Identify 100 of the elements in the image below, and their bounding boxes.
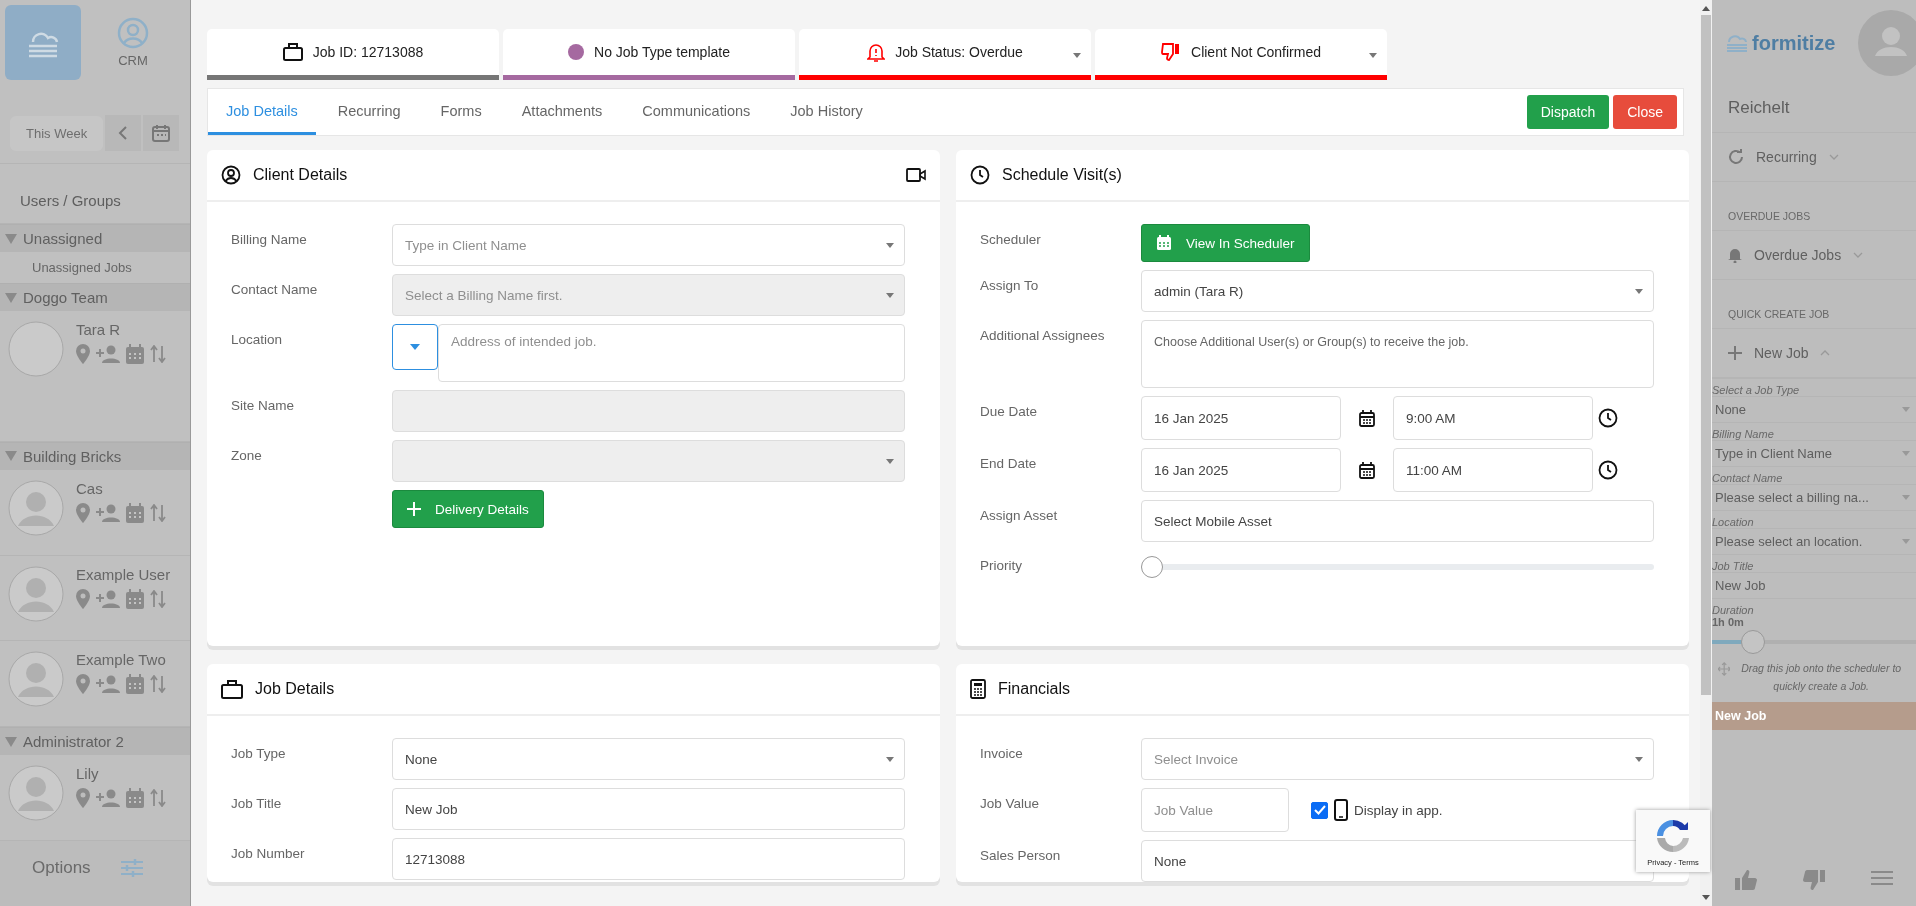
group-header[interactable]: Building Bricks xyxy=(0,441,190,470)
assignees-field[interactable]: Choose Additional User(s) or Group(s) to receive the job. xyxy=(1141,320,1654,388)
priority-slider[interactable] xyxy=(1141,556,1654,578)
address-field[interactable]: Address of intended job. xyxy=(438,324,905,382)
section-heading: QUICK CREATE JOB xyxy=(1712,280,1916,329)
location-pin-icon[interactable] xyxy=(76,502,90,523)
calendar-icon[interactable] xyxy=(1359,409,1375,427)
date-field[interactable]: 16 Jan 2025 xyxy=(1141,448,1341,492)
select-field[interactable]: Type in Client Name xyxy=(1712,440,1916,466)
select-field[interactable]: None xyxy=(1712,396,1916,422)
calendar-icon[interactable] xyxy=(1359,461,1375,479)
avatar-icon[interactable] xyxy=(1858,10,1916,76)
thumbs-down-icon xyxy=(1161,42,1182,62)
menu-item[interactable]: Overdue Jobs xyxy=(1712,231,1916,279)
add-user-icon[interactable] xyxy=(96,503,120,522)
swap-arrows-icon[interactable] xyxy=(150,589,166,608)
menu-icon[interactable] xyxy=(1871,870,1893,886)
field-label: Zone xyxy=(231,447,263,463)
select-field[interactable]: None xyxy=(392,738,905,780)
location-pin-icon[interactable] xyxy=(76,588,90,609)
clock-icon[interactable] xyxy=(1598,460,1618,480)
user-circle-icon xyxy=(117,17,149,49)
sliders-icon[interactable] xyxy=(120,858,143,877)
select-field[interactable]: Type in Client Name xyxy=(392,224,905,266)
select-field[interactable]: Please select a billing na... xyxy=(1712,484,1916,510)
tab[interactable]: Communications xyxy=(624,89,769,135)
swap-arrows-icon[interactable] xyxy=(150,675,166,694)
menu-item[interactable]: Recurring xyxy=(1712,133,1916,181)
swap-arrows-icon[interactable] xyxy=(150,503,166,522)
nav-tile[interactable] xyxy=(5,5,81,80)
menu-item[interactable]: New Job xyxy=(1712,329,1916,377)
video-camera-icon[interactable] xyxy=(906,168,926,182)
duration-slider[interactable] xyxy=(1712,630,1916,654)
card-title: Financials xyxy=(998,680,1071,698)
close-button[interactable]: Close xyxy=(1613,95,1677,129)
thumbs-up-icon[interactable] xyxy=(1735,870,1757,890)
input-field[interactable]: New Job xyxy=(392,788,905,830)
previous-button[interactable] xyxy=(105,115,142,151)
scroll-down-icon[interactable] xyxy=(1702,895,1710,900)
input-field[interactable]: Select Mobile Asset xyxy=(1141,500,1654,542)
checkbox[interactable] xyxy=(1311,801,1328,819)
unassigned-jobs-link[interactable]: Unassigned Jobs xyxy=(0,252,190,283)
add-user-icon[interactable] xyxy=(96,789,120,808)
select-field[interactable]: admin (Tara R) xyxy=(1141,270,1654,312)
period-button[interactable]: This Week xyxy=(10,115,104,151)
slider-thumb[interactable] xyxy=(1141,556,1163,578)
dispatch-button[interactable]: Dispatch xyxy=(1526,95,1610,129)
field-label: Location xyxy=(231,331,284,347)
location-dropdown-button[interactable] xyxy=(392,324,438,370)
calendar-button[interactable] xyxy=(143,115,180,151)
caret-icon xyxy=(1635,757,1643,762)
member-name: Lily xyxy=(76,765,100,783)
group-header[interactable]: Administrator 2 xyxy=(0,727,190,756)
input-field[interactable]: New Job xyxy=(1712,572,1916,598)
options-button[interactable]: Options xyxy=(32,857,91,878)
field-label: Job Type xyxy=(231,745,287,761)
slider-thumb[interactable] xyxy=(1740,630,1765,654)
group-header[interactable]: Unassigned xyxy=(0,224,190,252)
clock-icon[interactable] xyxy=(1598,408,1618,428)
field-label: Assign Asset xyxy=(980,507,1059,523)
tab[interactable]: Attachments xyxy=(503,89,621,135)
time-field[interactable]: 11:00 AM xyxy=(1393,448,1593,492)
briefcase-icon xyxy=(282,43,303,61)
location-pin-icon[interactable] xyxy=(76,788,90,809)
calendar-icon xyxy=(152,124,171,142)
status-chip[interactable]: No Job Type template xyxy=(503,29,795,80)
scroll-up-icon[interactable] xyxy=(1702,6,1710,11)
time-field[interactable]: 9:00 AM xyxy=(1393,396,1593,440)
nav-tile[interactable]: CRM xyxy=(95,5,171,80)
location-pin-icon[interactable] xyxy=(76,674,90,695)
add-user-icon[interactable] xyxy=(96,675,120,694)
add-user-icon[interactable] xyxy=(96,589,120,608)
status-chip[interactable]: Client Not Confirmed xyxy=(1095,29,1387,80)
swap-arrows-icon[interactable] xyxy=(150,345,166,363)
swap-arrows-icon[interactable] xyxy=(150,789,166,808)
status-chip[interactable]: Job ID: 12713088 xyxy=(207,29,499,80)
location-pin-icon[interactable] xyxy=(76,344,90,364)
status-chip[interactable]: Job Status: Overdue xyxy=(799,29,1091,80)
date-field[interactable]: 16 Jan 2025 xyxy=(1141,396,1341,440)
input-field[interactable]: 12713088 xyxy=(392,838,905,880)
chip-label: Client Not Confirmed xyxy=(1191,44,1321,60)
tab[interactable]: Forms xyxy=(422,89,500,135)
caret-icon xyxy=(410,344,420,350)
add-user-icon[interactable] xyxy=(96,345,120,363)
tab[interactable]: Recurring xyxy=(319,89,419,135)
tab[interactable]: Job History xyxy=(772,89,881,135)
thumbs-down-icon[interactable] xyxy=(1803,870,1825,890)
new-job-banner[interactable]: New Job xyxy=(1712,701,1916,730)
plus-icon xyxy=(1728,346,1742,360)
job-value-field[interactable]: Job Value xyxy=(1141,788,1289,832)
cloud-icon xyxy=(1726,34,1748,52)
delivery-details-button[interactable]: Delivery Details xyxy=(392,490,544,528)
select-field[interactable]: Select Invoice xyxy=(1141,738,1654,780)
tab[interactable]: Job Details xyxy=(208,89,316,135)
view-in-scheduler-button[interactable]: View In Scheduler xyxy=(1141,224,1310,262)
select-field[interactable]: Please select an location. xyxy=(1712,528,1916,554)
group-header[interactable]: Doggo Team xyxy=(0,283,190,311)
calendar-icon xyxy=(1156,235,1172,251)
scrollbar[interactable] xyxy=(1700,0,1712,906)
card-title: Schedule Visit(s) xyxy=(1002,166,1122,184)
